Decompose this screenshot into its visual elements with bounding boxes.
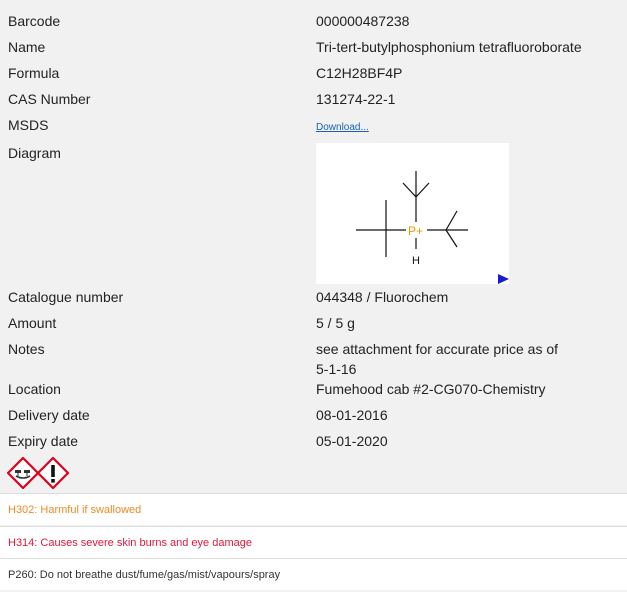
msds-download-link[interactable]: Download... (316, 122, 369, 133)
bond (415, 182, 430, 198)
hazard-statement-h314: H314: Causes severe skin burns and eye d… (0, 526, 627, 558)
notes-value-line-2: 5-1-16 (316, 361, 357, 377)
statement-text: H314: Causes severe skin burns and eye d… (8, 537, 252, 549)
corrosion-icon (7, 457, 39, 489)
bond (445, 229, 458, 248)
statement-text: H302: Harmful if swallowed (8, 504, 142, 516)
notes-value: see attachment for accurate price as of … (316, 339, 616, 379)
amount-label: Amount (8, 315, 57, 331)
name-value: Tri-tert-butylphosphonium tetrafluorobor… (316, 39, 582, 55)
cas-number-label: CAS Number (8, 91, 91, 107)
statement-text: P260: Do not breathe dust/fume/gas/mist/… (8, 569, 281, 581)
structure-diagram: P+ H (316, 143, 509, 284)
location-value: Fumehood cab #2-CG070-Chemistry (316, 381, 546, 397)
msds-label: MSDS (8, 117, 49, 133)
diagram-label: Diagram (8, 145, 61, 161)
molecule-drawing: P+ H (356, 171, 468, 267)
catalogue-number-label: Catalogue number (8, 289, 124, 305)
play-icon[interactable] (498, 274, 509, 284)
hydrogen-atom-label: H (412, 255, 420, 267)
precautionary-statement-p260: P260: Do not breathe dust/fume/gas/mist/… (0, 558, 627, 590)
formula-label: Formula (8, 65, 60, 81)
bond (402, 182, 417, 198)
expiry-date-label: Expiry date (8, 433, 79, 449)
notes-value-line-1: see attachment for accurate price as of (316, 341, 559, 357)
delivery-date-value: 08-01-2016 (316, 407, 388, 423)
formula-value: C12H28BF4P (316, 65, 403, 81)
name-label: Name (8, 39, 46, 55)
cas-number-value: 131274-22-1 (316, 91, 396, 107)
phosphorus-atom-label: P+ (408, 224, 423, 238)
location-label: Location (8, 381, 61, 397)
notes-label: Notes (8, 341, 45, 357)
catalogue-number-value: 044348 / Fluorochem (316, 289, 449, 305)
hazard-statement-h302: H302: Harmful if swallowed (0, 493, 627, 525)
barcode-value: 000000487238 (316, 13, 410, 29)
bond (445, 210, 458, 231)
exclamation-mark-icon (37, 457, 69, 489)
delivery-date-label: Delivery date (8, 407, 90, 423)
chemical-detail-page: Barcode 000000487238 Name Tri-tert-butyl… (0, 0, 627, 592)
msds-value: Download... (316, 115, 616, 138)
amount-value: 5 / 5 g (316, 315, 355, 331)
barcode-label: Barcode (8, 13, 61, 29)
expiry-date-value: 05-01-2020 (316, 433, 388, 449)
